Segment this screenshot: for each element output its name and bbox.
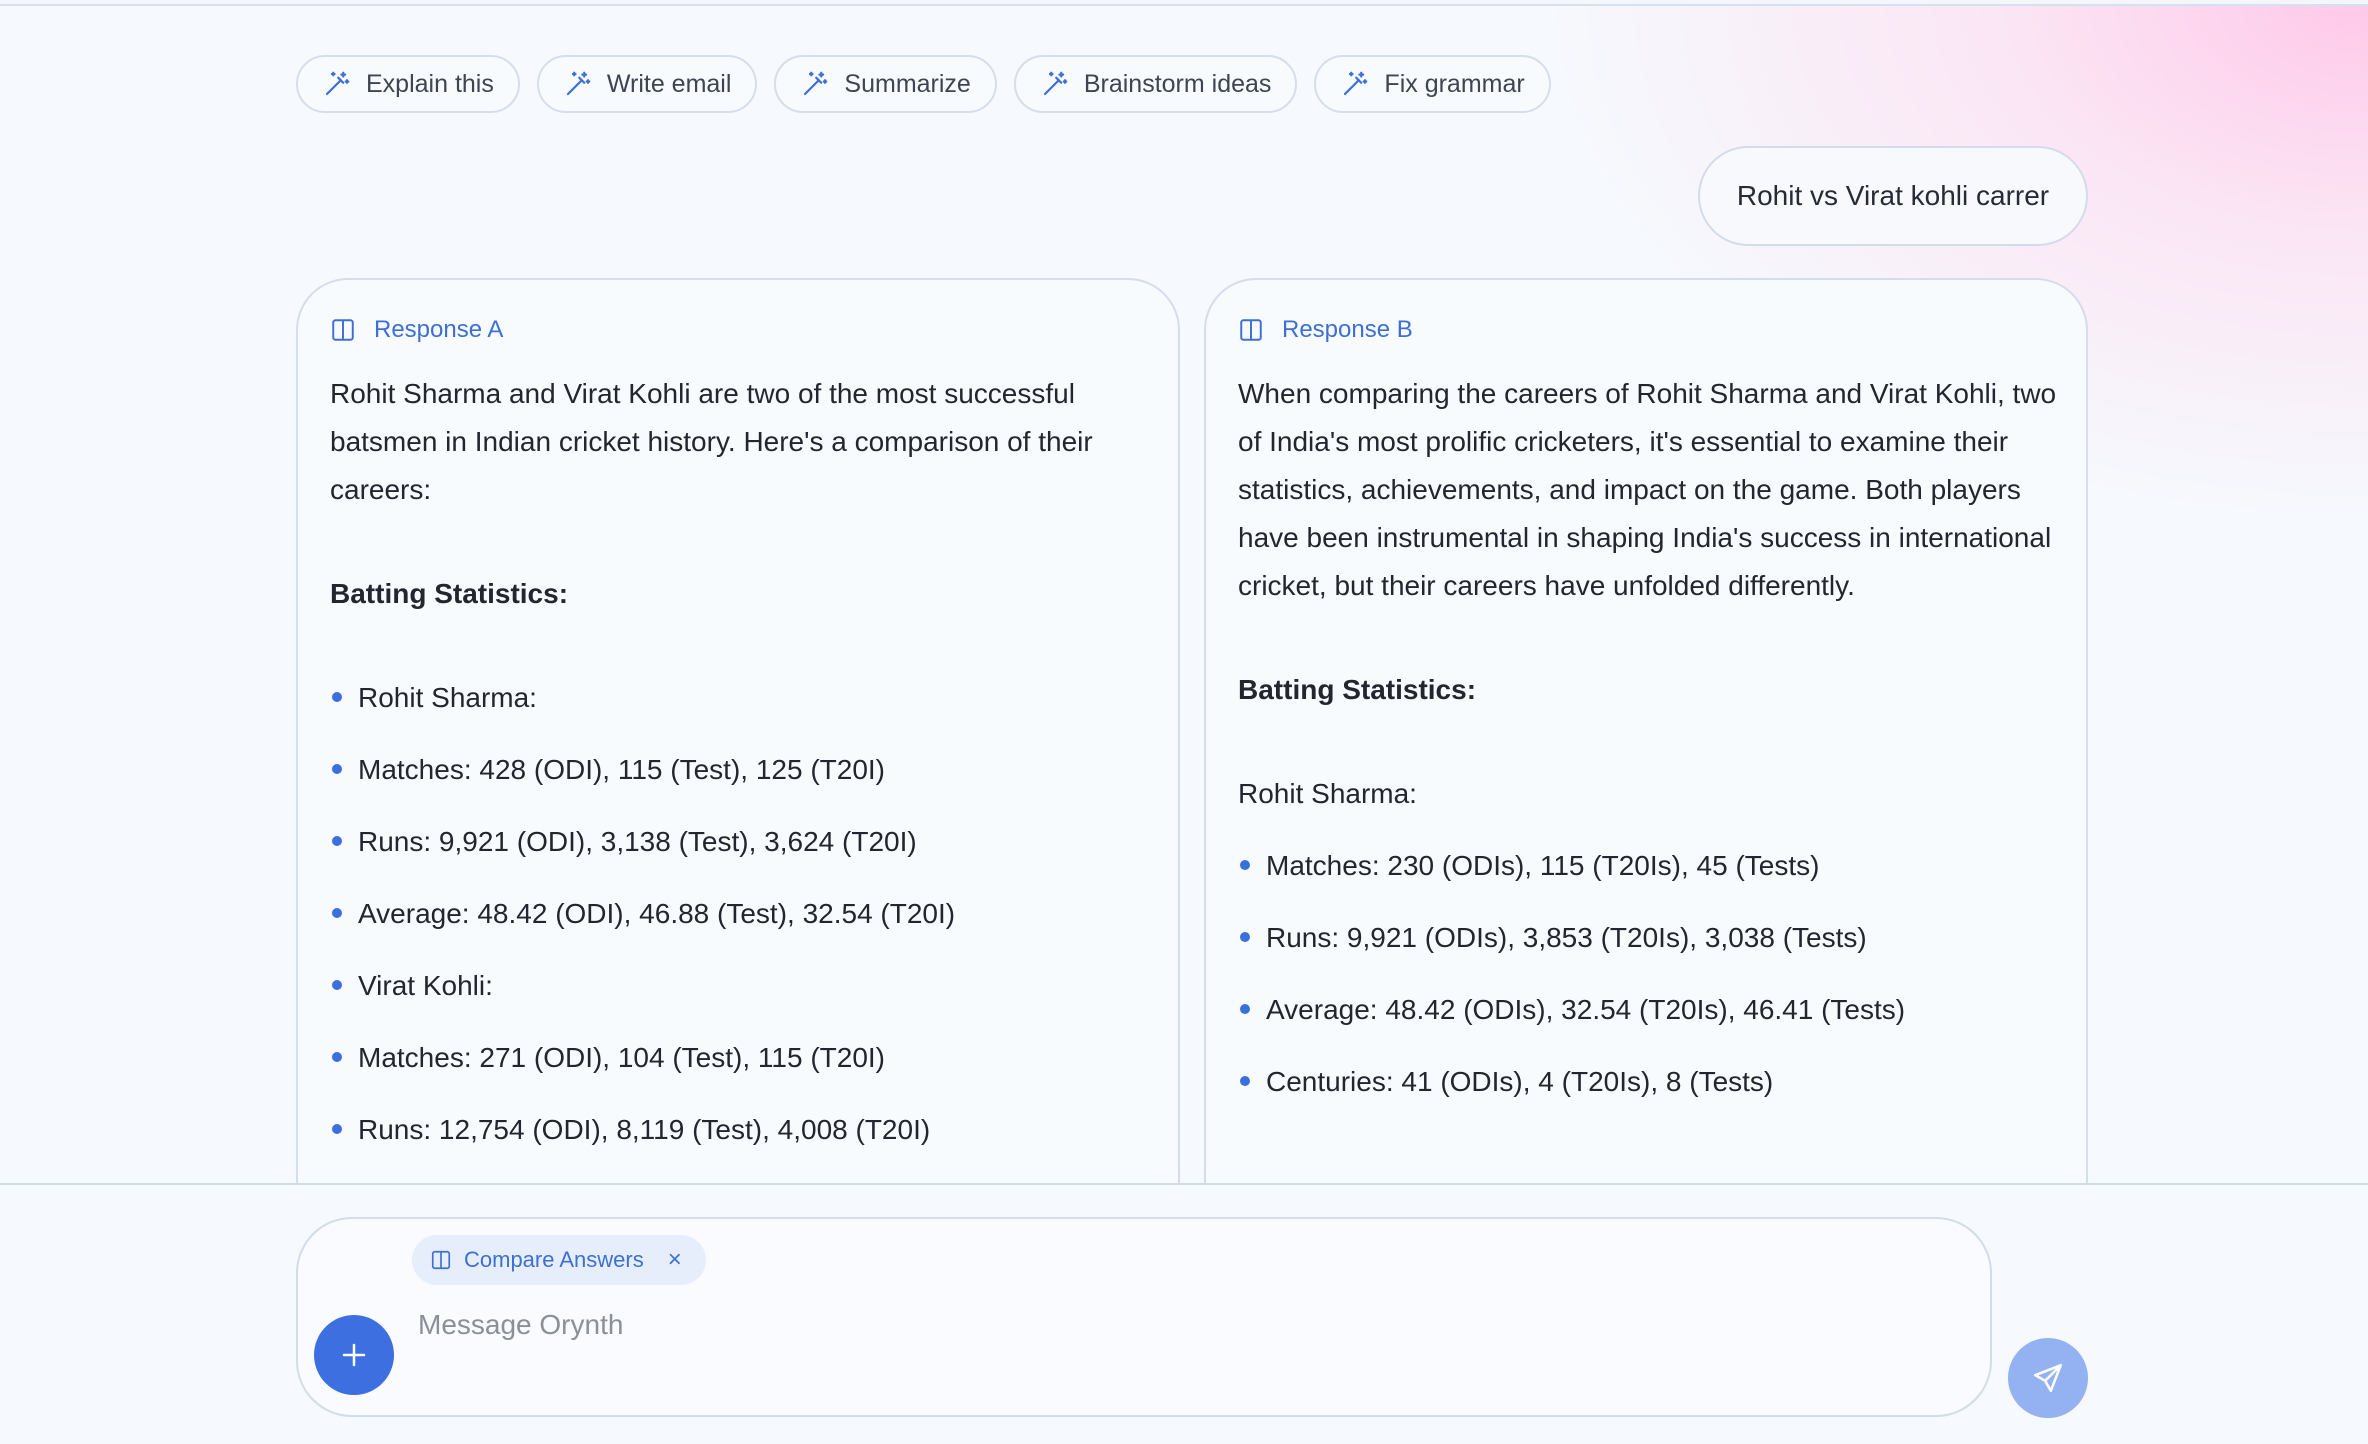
plus-icon [342, 1343, 366, 1367]
top-divider [0, 0, 2368, 6]
columns-icon [332, 319, 354, 341]
chip-write-email[interactable]: Write email [536, 55, 758, 113]
list-item: Centuries: 41 (ODIs), 4 (T20Is), 8 (Test… [1238, 1058, 2058, 1106]
response-b-card: Response B When comparing the careers of… [1204, 278, 2088, 1198]
send-icon [2033, 1363, 2063, 1393]
compare-answers-tag[interactable]: Compare Answers × [412, 1235, 706, 1285]
magic-wand-icon [566, 71, 591, 96]
response-a-heading: Batting Statistics: [330, 578, 569, 609]
chip-explain-this[interactable]: Explain this [296, 55, 520, 113]
response-a-title: Response A [374, 316, 504, 343]
chip-label: Explain this [366, 69, 494, 98]
chip-label: Fix grammar [1384, 69, 1525, 98]
close-icon[interactable]: × [668, 1246, 682, 1274]
response-b-body: When comparing the careers of Rohit Shar… [1238, 370, 2058, 1130]
compare-answers-label: Compare Answers [464, 1247, 644, 1272]
magic-wand-icon [1344, 71, 1368, 96]
chip-summarize[interactable]: Summarize [774, 55, 997, 113]
response-a-intro: Rohit Sharma and Virat Kohli are two of … [330, 378, 1093, 505]
suggestion-chips: Explain this Write email Summarize Brain… [296, 55, 1551, 113]
list-item: Matches: 271 (ODI), 104 (Test), 115 (T20… [330, 1034, 1150, 1082]
list-item: Average: 48.42 (ODIs), 32.54 (T20Is), 46… [1238, 986, 2058, 1034]
response-a-body: Rohit Sharma and Virat Kohli are two of … [330, 370, 1150, 1178]
message-composer: Compare Answers × [296, 1217, 1992, 1417]
response-b-heading: Batting Statistics: [1238, 674, 1477, 705]
response-a-header: Response A [330, 316, 503, 344]
response-b-header: Response B [1238, 316, 1413, 344]
add-attachment-button[interactable] [314, 1315, 394, 1395]
chip-label: Brainstorm ideas [1083, 69, 1272, 98]
chip-brainstorm-ideas[interactable]: Brainstorm ideas [1013, 55, 1298, 113]
magic-wand-icon [1043, 71, 1068, 96]
response-a-card: Response A Rohit Sharma and Virat Kohli … [296, 278, 1180, 1198]
message-input[interactable] [418, 1295, 1818, 1355]
chip-label: Summarize [844, 69, 971, 98]
columns-icon [431, 1250, 451, 1270]
list-item: Runs: 9,921 (ODIs), 3,853 (T20Is), 3,038… [1238, 914, 2058, 962]
list-item: Virat Kohli: [330, 962, 1150, 1010]
list-item: Rohit Sharma: [330, 674, 1150, 722]
list-item: Runs: 12,754 (ODI), 8,119 (Test), 4,008 … [330, 1106, 1150, 1154]
response-b-intro: When comparing the careers of Rohit Shar… [1238, 378, 2057, 601]
user-message-bubble: Rohit vs Virat kohli carrer [1698, 146, 2088, 246]
response-b-subheading: Rohit Sharma: [1238, 778, 1417, 809]
user-message-text: Rohit vs Virat kohli carrer [1736, 180, 2050, 211]
list-item: Matches: 428 (ODI), 115 (Test), 125 (T20… [330, 746, 1150, 794]
list-item: Runs: 9,921 (ODI), 3,138 (Test), 3,624 (… [330, 818, 1150, 866]
response-b-title: Response B [1282, 316, 1413, 343]
chip-fix-grammar[interactable]: Fix grammar [1314, 55, 1551, 113]
chip-label: Write email [606, 69, 732, 98]
send-button[interactable] [2008, 1338, 2088, 1418]
magic-wand-icon [804, 71, 828, 96]
columns-icon [1240, 319, 1262, 341]
magic-wand-icon [325, 71, 350, 96]
list-item: Matches: 230 (ODIs), 115 (T20Is), 45 (Te… [1238, 842, 2058, 890]
list-item: Average: 48.42 (ODI), 46.88 (Test), 32.5… [330, 890, 1150, 938]
